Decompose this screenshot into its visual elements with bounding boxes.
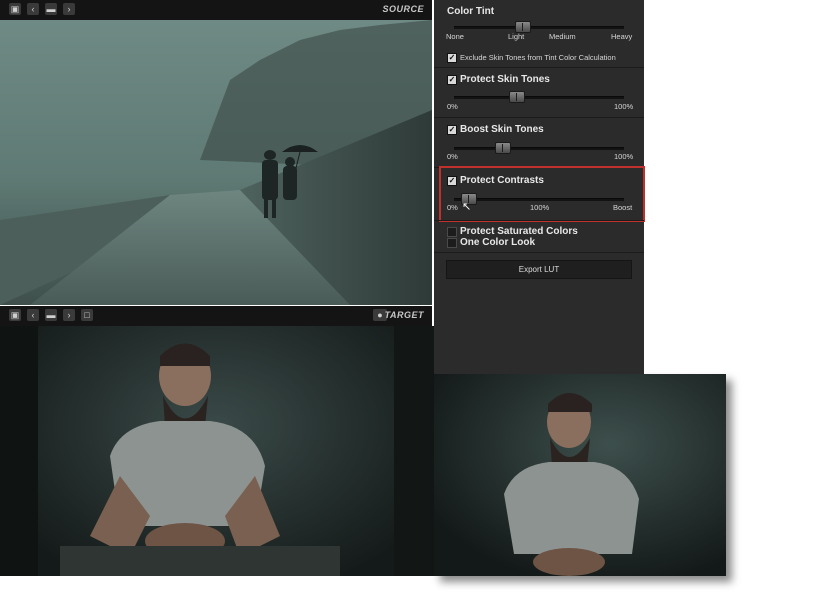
export-icon[interactable]: □: [81, 309, 93, 321]
boost-skin-tones-max: 100%: [614, 152, 634, 161]
protect-skin-tones-checkbox[interactable]: ✓: [447, 75, 457, 85]
source-image: [0, 20, 432, 305]
one-color-look-checkbox[interactable]: [447, 238, 457, 248]
folder-icon[interactable]: ▬: [45, 3, 57, 15]
target-label: TARGET: [384, 310, 424, 320]
prev-icon[interactable]: ‹: [27, 3, 39, 15]
next-icon[interactable]: ›: [63, 3, 75, 15]
protect-skin-tones-min: 0%: [447, 102, 458, 111]
color-tint-tick-heavy: Heavy: [611, 32, 633, 41]
divider: [434, 220, 644, 221]
save-icon[interactable]: ▣: [9, 3, 21, 15]
folder-icon[interactable]: ▬: [45, 309, 57, 321]
divider: [434, 67, 644, 68]
boost-skin-tones-min: 0%: [447, 152, 458, 161]
target-preview-image: [434, 374, 726, 576]
prev-icon[interactable]: ‹: [27, 309, 39, 321]
color-tint-slider-track[interactable]: [454, 26, 624, 29]
boost-skin-tones-slider-thumb[interactable]: [495, 142, 511, 154]
color-tint-tick-light: Light: [508, 32, 525, 41]
next-icon[interactable]: ›: [63, 309, 75, 321]
color-tint-tick-none: None: [446, 32, 464, 41]
source-label: SOURCE: [382, 4, 424, 14]
one-color-look-title: One Color Look: [460, 237, 535, 248]
protect-skin-tones-slider-track[interactable]: [454, 96, 624, 99]
settings-panel: Color Tint None Light Medium Heavy ✓ Exc…: [434, 0, 645, 374]
boost-skin-tones-slider-track[interactable]: [454, 147, 624, 150]
target-toolbar: ▣ ‹ ▬ › □ ● TARGET: [0, 306, 432, 326]
export-lut-button[interactable]: Export LUT: [446, 260, 632, 279]
exclude-skin-tones-checkbox[interactable]: ✓: [447, 53, 457, 63]
protect-saturated-colors-title: Protect Saturated Colors: [460, 226, 578, 237]
boost-skin-tones-checkbox[interactable]: ✓: [447, 125, 457, 135]
divider: [434, 117, 644, 118]
protect-saturated-colors-checkbox[interactable]: [447, 227, 457, 237]
boost-skin-tones-title: Boost Skin Tones: [460, 124, 544, 135]
target-image: [0, 326, 434, 576]
protect-skin-tones-slider-thumb[interactable]: [509, 91, 525, 103]
save-icon[interactable]: ▣: [9, 309, 21, 321]
source-toolbar: ▣ ‹ ▬ › SOURCE: [0, 0, 432, 20]
color-tint-tick-medium: Medium: [549, 32, 576, 41]
protect-skin-tones-max: 100%: [614, 102, 634, 111]
exclude-skin-tones-label: Exclude Skin Tones from Tint Color Calcu…: [460, 53, 616, 62]
protect-skin-tones-title: Protect Skin Tones: [460, 74, 550, 85]
divider: [434, 252, 644, 253]
protect-contrasts-highlight: [439, 166, 645, 222]
color-tint-title: Color Tint: [447, 6, 495, 17]
